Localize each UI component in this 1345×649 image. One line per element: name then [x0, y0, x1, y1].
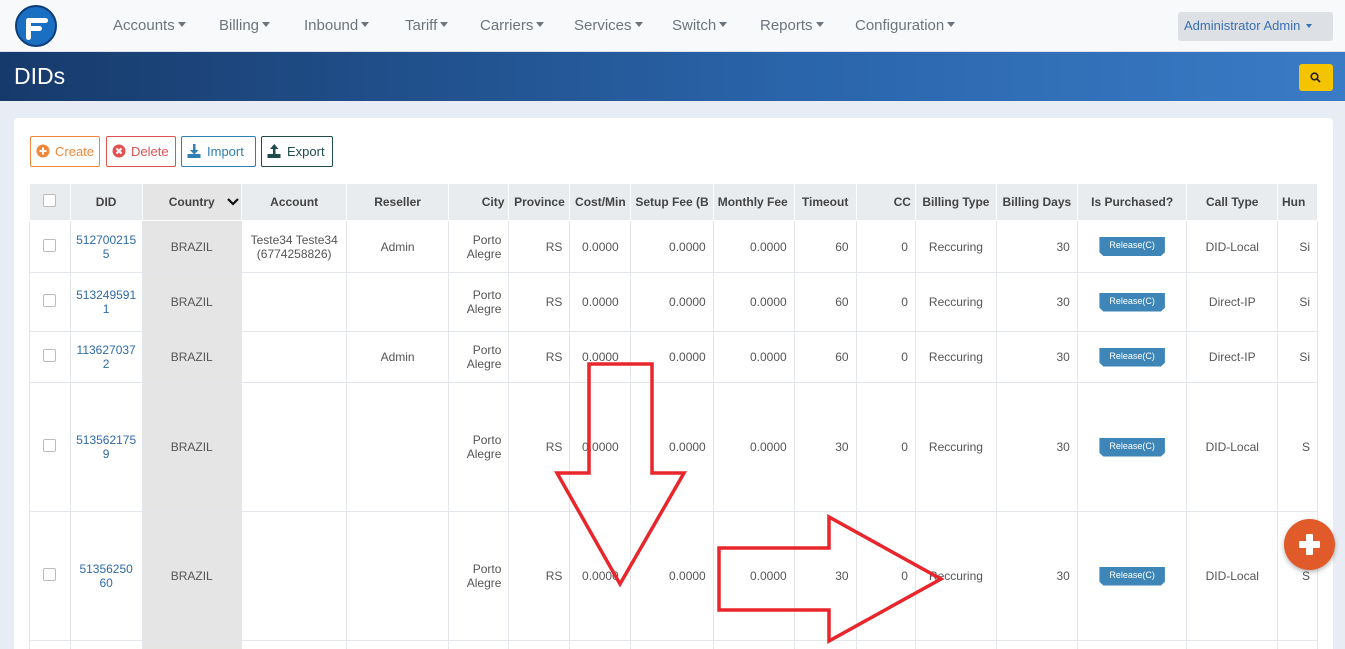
col-did[interactable]: DID: [69, 183, 143, 221]
select-all-header[interactable]: [29, 183, 71, 221]
did-link[interactable]: 513562175 9: [69, 382, 143, 512]
col-monthly-fee[interactable]: Monthly Fee: [712, 183, 795, 221]
did-link[interactable]: 512700215 5: [69, 220, 143, 273]
table-row: 513562175 9 BRAZIL Porto Alegre RS 0.000…: [29, 382, 1318, 512]
col-is-purchased[interactable]: Is Purchased?: [1076, 183, 1188, 221]
release-badge[interactable]: Release(C): [1099, 437, 1165, 457]
table-header-row: DID Country Account Reseller City Provin…: [29, 183, 1318, 221]
caret-down-icon: [440, 22, 449, 27]
caret-down-icon: [536, 22, 545, 27]
menu-reports[interactable]: Reports: [760, 17, 824, 34]
menu-billing[interactable]: Billing: [219, 17, 271, 34]
did-link[interactable]: 513249591 1: [69, 272, 143, 332]
menu-inbound[interactable]: Inbound: [304, 17, 370, 34]
user-menu-button[interactable]: Administrator Admin: [1178, 12, 1333, 41]
chevron-down-icon: [227, 198, 239, 206]
col-city[interactable]: City: [447, 183, 510, 221]
menu-carriers[interactable]: Carriers: [480, 17, 545, 34]
page-title: DIDs: [14, 63, 66, 89]
release-badge[interactable]: Release(C): [1099, 237, 1165, 256]
col-country[interactable]: Country: [141, 183, 242, 221]
release-badge[interactable]: Release(C): [1099, 347, 1165, 367]
table-row: 512700215 5 BRAZIL Teste34 Teste34 (6774…: [29, 220, 1318, 273]
col-account[interactable]: Account: [240, 183, 348, 221]
col-call-type[interactable]: Call Type: [1186, 183, 1278, 221]
dids-table: DID Country Account Reseller City Provin…: [29, 183, 1318, 649]
menu-configuration[interactable]: Configuration: [855, 17, 956, 34]
col-reseller[interactable]: Reseller: [346, 183, 449, 221]
release-badge[interactable]: Release(C): [1099, 566, 1165, 586]
col-province[interactable]: Province: [508, 183, 571, 221]
caret-down-icon: [719, 22, 728, 27]
caret-down-icon: [361, 22, 370, 27]
row-checkbox[interactable]: [43, 294, 57, 307]
col-cc[interactable]: CC: [855, 183, 916, 221]
search-button[interactable]: [1299, 64, 1333, 91]
col-cost[interactable]: Cost/Min: [569, 183, 632, 221]
col-timeout[interactable]: Timeout: [793, 183, 857, 221]
col-billing-days[interactable]: Billing Days: [995, 183, 1078, 221]
menu-services[interactable]: Services: [574, 17, 643, 34]
caret-down-icon: [634, 22, 643, 27]
app-logo[interactable]: [15, 5, 57, 47]
row-checkbox[interactable]: [43, 439, 57, 452]
search-icon: [1310, 72, 1321, 83]
caret-down-icon: [177, 22, 186, 27]
col-billing-type[interactable]: Billing Type: [914, 183, 997, 221]
col-hunt[interactable]: Hun: [1277, 183, 1318, 221]
page-header: DIDs: [0, 52, 1345, 101]
table-row: 513249591 1 BRAZIL Porto Alegre RS 0.000…: [29, 272, 1318, 332]
caret-down-icon: [815, 22, 824, 27]
select-all-checkbox[interactable]: [43, 194, 57, 207]
release-badge[interactable]: Release(C): [1099, 292, 1165, 312]
did-link[interactable]: 51356250 60: [69, 511, 143, 641]
dids-card: Create Delete Import Export DID Country …: [14, 118, 1333, 649]
table-row: 113627037 2 BRAZIL Admin Porto Alegre RS…: [29, 331, 1318, 383]
row-checkbox[interactable]: [43, 568, 57, 581]
menu-switch[interactable]: Switch: [672, 17, 728, 34]
top-navbar: Accounts Billing Inbound Tariff Carriers…: [0, 0, 1345, 52]
caret-down-icon: [262, 22, 271, 27]
table-row: [29, 640, 1318, 649]
caret-down-icon: [1306, 24, 1313, 28]
menu-accounts[interactable]: Accounts: [113, 17, 186, 34]
row-checkbox[interactable]: [43, 238, 57, 252]
menu-tariff[interactable]: Tariff: [405, 17, 449, 34]
row-checkbox[interactable]: [43, 349, 57, 362]
table-viewport[interactable]: DID Country Account Reseller City Provin…: [14, 118, 1318, 649]
caret-down-icon: [947, 22, 956, 27]
floating-add-button[interactable]: [1284, 519, 1335, 570]
did-link[interactable]: 113627037 2: [69, 331, 143, 383]
table-row: 51356250 60 BRAZIL Porto Alegre RS 0.000…: [29, 511, 1318, 641]
col-setup-fee[interactable]: Setup Fee (B: [630, 183, 714, 221]
